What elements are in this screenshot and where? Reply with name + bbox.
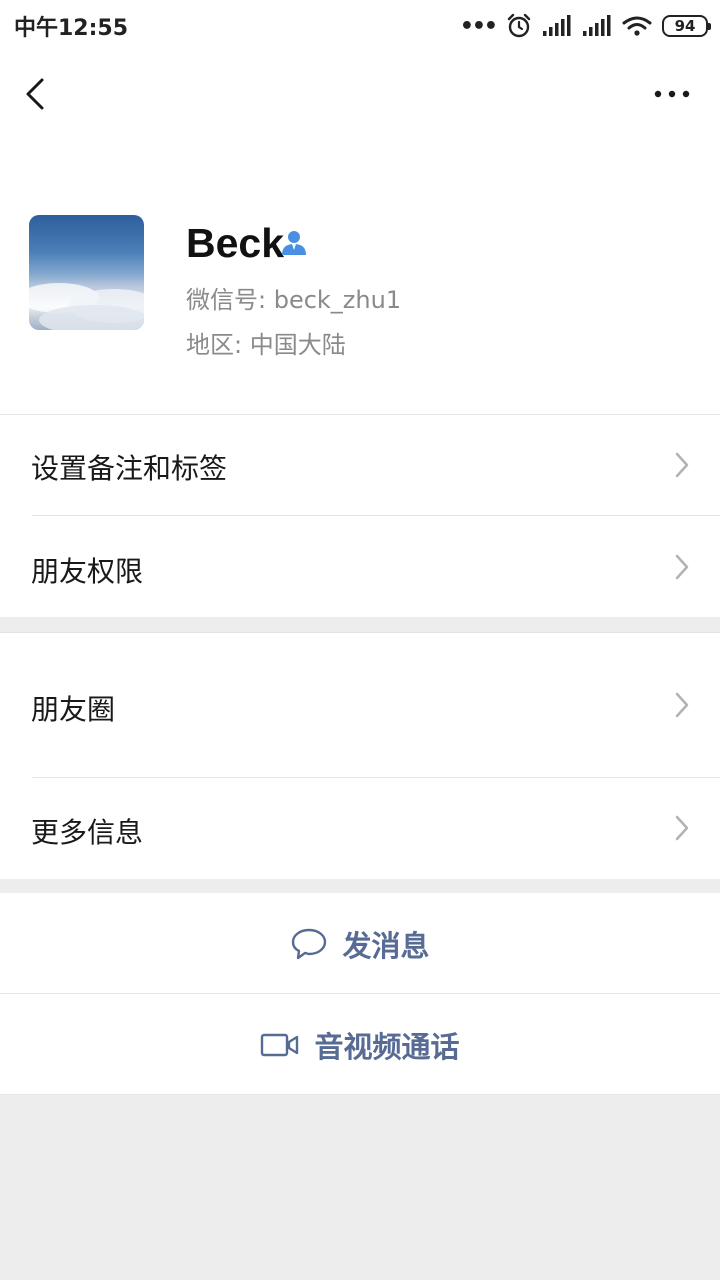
send-message-button[interactable]: 发消息: [0, 893, 720, 994]
top-nav: [0, 52, 720, 136]
more-info-cell[interactable]: 更多信息: [0, 778, 720, 879]
chevron-right-icon: [675, 815, 689, 841]
alarm-icon: [507, 13, 531, 38]
more-info-label: 更多信息: [31, 816, 144, 849]
profile-header: Beck 微信号: beck_zhu1 地区: 中国大陆: [0, 136, 720, 414]
send-message-label: 发消息: [342, 928, 430, 963]
status-icons: ••• 94: [459, 13, 711, 39]
moments-label: 朋友圈: [31, 693, 116, 726]
notification-dots-icon: •••: [459, 13, 498, 39]
remark-tags-cell[interactable]: 设置备注和标签: [0, 414, 720, 516]
friend-permissions-label: 朋友权限: [31, 555, 144, 588]
av-call-label: 音视频通话: [314, 1029, 460, 1064]
status-bar: 中午12:55 ••• 94: [0, 0, 720, 52]
video-camera-icon: [261, 1033, 299, 1056]
wechat-id: 微信号: beck_zhu1: [186, 286, 402, 314]
person-icon: [282, 231, 306, 255]
signal-icon: [543, 15, 571, 36]
battery-level: 94: [674, 17, 696, 35]
profile-name: Beck: [186, 220, 285, 266]
signal-icon: [583, 15, 611, 36]
avatar[interactable]: [29, 215, 144, 330]
status-time: 中午12:55: [14, 16, 129, 41]
wifi-icon: [622, 16, 652, 36]
moments-cell[interactable]: 朋友圈: [0, 632, 720, 778]
chevron-right-icon: [675, 692, 689, 718]
region: 地区: 中国大陆: [186, 331, 346, 359]
remark-tags-label: 设置备注和标签: [31, 452, 228, 485]
back-arrow-icon[interactable]: [18, 72, 54, 116]
more-dots-icon[interactable]: [652, 80, 692, 108]
chevron-right-icon: [675, 554, 689, 580]
battery-icon: 94: [662, 15, 711, 37]
friend-permissions-cell[interactable]: 朋友权限: [0, 516, 720, 617]
chat-bubble-icon: [292, 928, 327, 959]
chevron-right-icon: [675, 452, 689, 478]
av-call-button[interactable]: 音视频通话: [0, 994, 720, 1095]
